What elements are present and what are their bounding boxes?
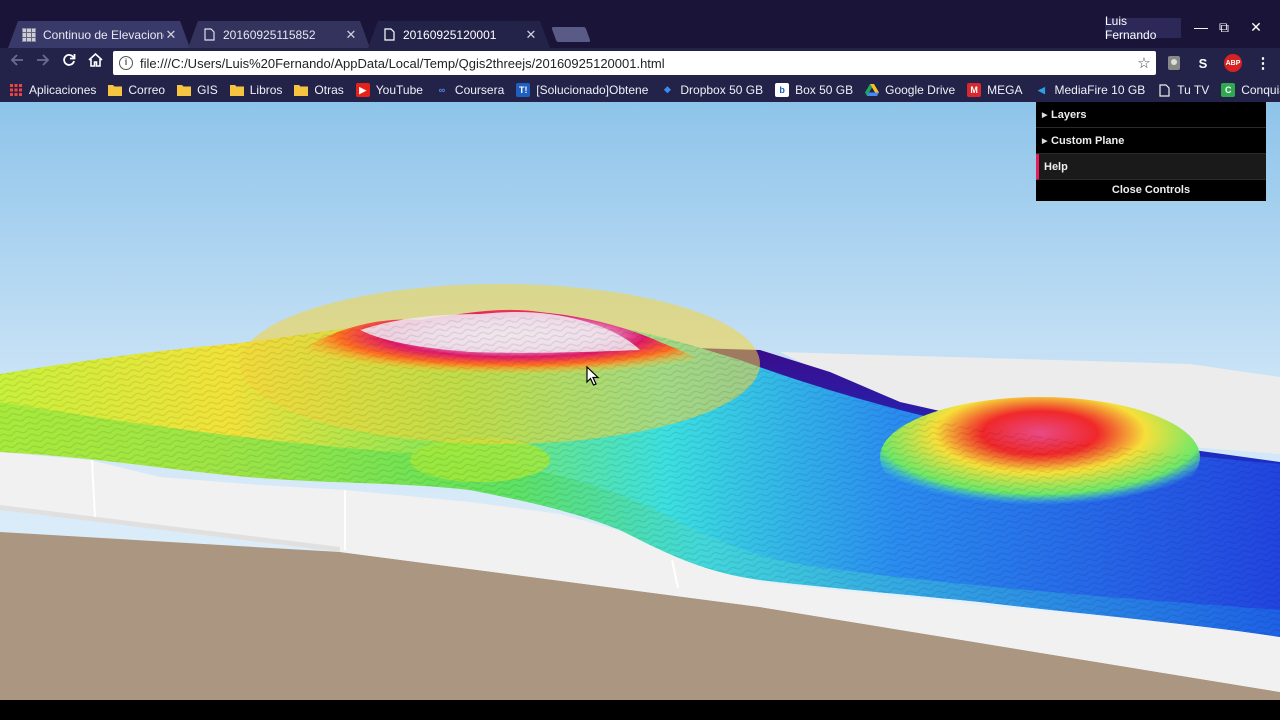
close-icon[interactable]: ✕ — [164, 28, 178, 42]
bookmark-gis[interactable]: GIS — [177, 83, 218, 97]
restore-button[interactable]: ⧉ — [1209, 16, 1239, 38]
bookmark-label: Dropbox 50 GB — [680, 83, 764, 97]
bookmark-coursera[interactable]: ∞ Coursera — [435, 83, 505, 97]
folder-custom-plane[interactable]: ▶ Custom Plane — [1036, 128, 1266, 154]
bookmarks-bar: Aplicaciones Correo GIS Libros Otras ▶ YouTube… — [0, 78, 1280, 102]
kebab-menu-icon: ⋮ — [1255, 55, 1271, 72]
coursera-icon: ∞ — [438, 85, 446, 95]
controls-panel: ▶ Layers ▶ Custom Plane Help Close Contr… — [1036, 102, 1266, 201]
folder-icon — [177, 83, 192, 97]
bookmark-label: MediaFire 10 GB — [1054, 83, 1146, 97]
browser-toolbar: i file:///C:/Users/Luis%20Fernando/AppDa… — [0, 48, 1280, 78]
address-bar[interactable]: i file:///C:/Users/Luis%20Fernando/AppDa… — [113, 51, 1156, 75]
close-icon[interactable]: ✕ — [524, 28, 538, 42]
bookmark-box-50-gb[interactable]: b Box 50 GB — [775, 83, 853, 97]
extension-s-button[interactable]: S — [1195, 55, 1211, 71]
bookmark-youtube[interactable]: ▶ YouTube — [355, 83, 423, 97]
mega-icon: M — [967, 83, 982, 97]
folder-layers[interactable]: ▶ Layers — [1036, 102, 1266, 128]
window-bottom-edge — [0, 700, 1280, 720]
profile-button[interactable]: Luis Fernando — [1105, 14, 1181, 42]
tab-20160925115852[interactable]: 20160925115852 ✕ — [188, 21, 370, 48]
arrow-left-icon — [10, 54, 23, 66]
dropbox-icon: ❖ — [663, 84, 672, 95]
bookmark-label: Google Drive — [885, 83, 956, 97]
box-icon: b — [775, 83, 790, 97]
info-icon[interactable]: i — [119, 56, 133, 70]
home-button[interactable] — [83, 51, 107, 75]
arrow-right-icon — [37, 54, 50, 66]
menu-button[interactable]: ⋮ — [1255, 55, 1271, 72]
bookmark-label: GIS — [197, 83, 218, 97]
folder-icon — [229, 83, 244, 97]
google-drive-icon — [865, 83, 880, 97]
tab-title: 20160925120001 — [403, 27, 497, 42]
browser-titlebar: Continuo de Elevaciones ✕ 20160925115852… — [0, 0, 1280, 48]
bookmark-solucionado-obtene[interactable]: T! [Solucionado]Obtene — [516, 83, 648, 97]
bookmark-label: YouTube — [375, 83, 423, 97]
bookmark-label: Tu TV — [1177, 83, 1210, 97]
conquian-icon: C — [1221, 83, 1236, 97]
bookmark-label: Libros — [249, 83, 283, 97]
home-icon — [87, 52, 103, 67]
bookmark-label: Box 50 GB — [795, 83, 854, 97]
triangle-right-icon: ▶ — [1042, 111, 1048, 119]
tab-title: 20160925115852 — [223, 27, 316, 42]
bookmark-label: MEGA — [987, 83, 1023, 97]
bookmark-mega[interactable]: M MEGA — [967, 83, 1023, 97]
bookmark-google-drive[interactable]: Google Drive — [865, 83, 955, 97]
star-icon[interactable]: ☆ — [1132, 54, 1156, 72]
reload-icon — [63, 54, 76, 66]
shield-icon — [1168, 56, 1180, 70]
tab-continuo-elevaciones[interactable]: Continuo de Elevaciones ✕ — [8, 21, 190, 48]
extension-shield-button[interactable] — [1166, 55, 1182, 71]
triangle-right-icon: ▶ — [1042, 137, 1048, 145]
close-controls-button[interactable]: Close Controls — [1036, 180, 1266, 200]
help-label: Help — [1044, 160, 1068, 173]
mediafire-icon: ◀ — [1038, 84, 1045, 95]
help-item[interactable]: Help — [1036, 154, 1266, 180]
reload-button[interactable] — [57, 51, 81, 75]
bookmark-aplicaciones[interactable]: Aplicaciones — [9, 83, 96, 97]
close-icon[interactable]: ✕ — [344, 28, 358, 42]
folder-icon — [294, 83, 309, 97]
bookmark-label: [Solucionado]Obtene — [536, 83, 649, 97]
url-text[interactable]: file:///C:/Users/Luis%20Fernando/AppData… — [140, 56, 1132, 71]
tab-20160925120001[interactable]: 20160925120001 ✕ — [368, 21, 550, 48]
folder-icon — [108, 83, 123, 97]
bookmark-libros[interactable]: Libros — [229, 83, 283, 97]
folder-label: Layers — [1051, 108, 1087, 121]
bookmark-label: Correo — [128, 83, 166, 97]
folder-label: Custom Plane — [1051, 134, 1125, 147]
bookmark-mediafire-10-gb[interactable]: ◀ MediaFire 10 GB — [1035, 83, 1146, 97]
bookmark-dropbox-50-gb[interactable]: ❖ Dropbox 50 GB — [660, 83, 763, 97]
bookmark-label: Aplicaciones — [29, 83, 97, 97]
adblock-plus-button[interactable]: ABP — [1224, 54, 1242, 72]
mouse-cursor-icon — [586, 366, 600, 386]
close-window-button[interactable]: ✕ — [1241, 16, 1271, 38]
grid-map-icon — [22, 28, 36, 42]
new-tab-button[interactable] — [551, 27, 591, 42]
bookmark-tu-tv[interactable]: Tu TV — [1157, 83, 1209, 97]
back-button[interactable] — [5, 51, 29, 75]
page-icon — [382, 28, 396, 42]
apps-grid-icon — [9, 83, 23, 97]
forward-button[interactable] — [31, 51, 55, 75]
bookmark-correo[interactable]: Correo — [108, 83, 165, 97]
bookmark-label: Conquian — [1241, 83, 1280, 97]
page-icon — [1157, 83, 1171, 97]
page-icon — [202, 28, 216, 42]
bookmark-label: Otras — [314, 83, 344, 97]
t-icon: T! — [516, 83, 531, 97]
tab-title: Continuo de Elevaciones — [43, 27, 164, 42]
youtube-icon: ▶ — [355, 83, 370, 97]
bookmark-label: Coursera — [454, 83, 505, 97]
bookmark-otras[interactable]: Otras — [294, 83, 344, 97]
bookmark-conquian[interactable]: C Conquian — [1221, 83, 1280, 97]
tab-strip: Continuo de Elevaciones ✕ 20160925115852… — [8, 19, 591, 48]
